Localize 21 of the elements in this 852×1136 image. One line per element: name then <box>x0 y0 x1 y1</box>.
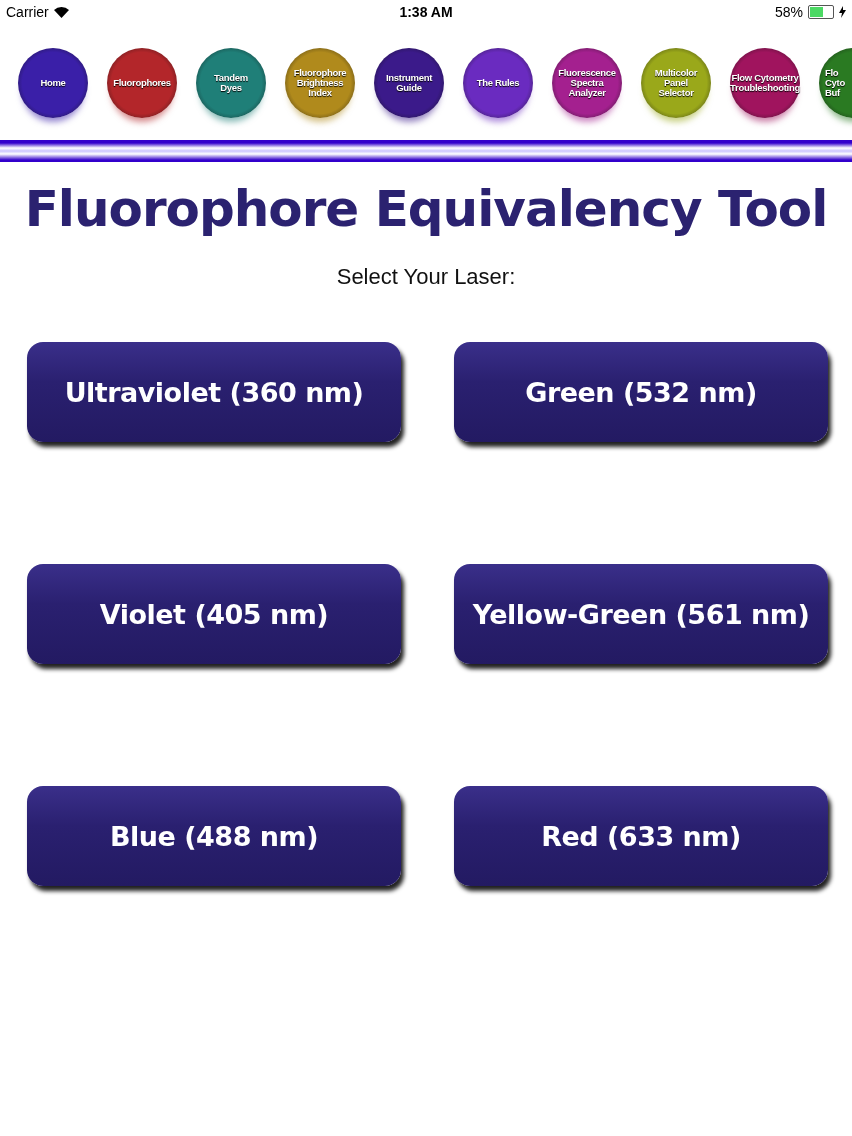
nav-orb-button[interactable]: Fluorophores <box>107 48 177 118</box>
laser-prompt: Select Your Laser: <box>335 264 517 290</box>
wifi-icon <box>53 6 69 18</box>
nav-orb-button[interactable]: The Rules <box>463 48 533 118</box>
page-title: Fluorophore Equivalency Tool <box>23 180 829 238</box>
clock: 1:38 AM <box>399 4 453 20</box>
nav-orb-button[interactable]: Instrument Guide <box>374 48 444 118</box>
battery-icon <box>808 5 834 19</box>
laser-button[interactable]: Blue (488 nm) <box>27 786 401 886</box>
nav-orb-button[interactable]: Tandem Dyes <box>196 48 266 118</box>
nav-orb-button[interactable]: Home <box>18 48 88 118</box>
laser-button[interactable]: Green (532 nm) <box>454 342 828 442</box>
nav-orb-button[interactable]: Fluorescence Spectra Analyzer <box>552 48 622 118</box>
battery-percent: 58% <box>774 4 803 20</box>
laser-button[interactable]: Ultraviolet (360 nm) <box>27 342 401 442</box>
laser-button[interactable]: Violet (405 nm) <box>27 564 401 664</box>
nav-orb-button[interactable]: Flo Cyto Buf <box>819 48 852 118</box>
laser-button[interactable]: Red (633 nm) <box>454 786 828 886</box>
carrier-label: Carrier <box>6 4 49 20</box>
nav-orb-button[interactable]: Flow Cytometry Troubleshooting <box>730 48 800 118</box>
laser-button[interactable]: Yellow-Green (561 nm) <box>454 564 828 664</box>
